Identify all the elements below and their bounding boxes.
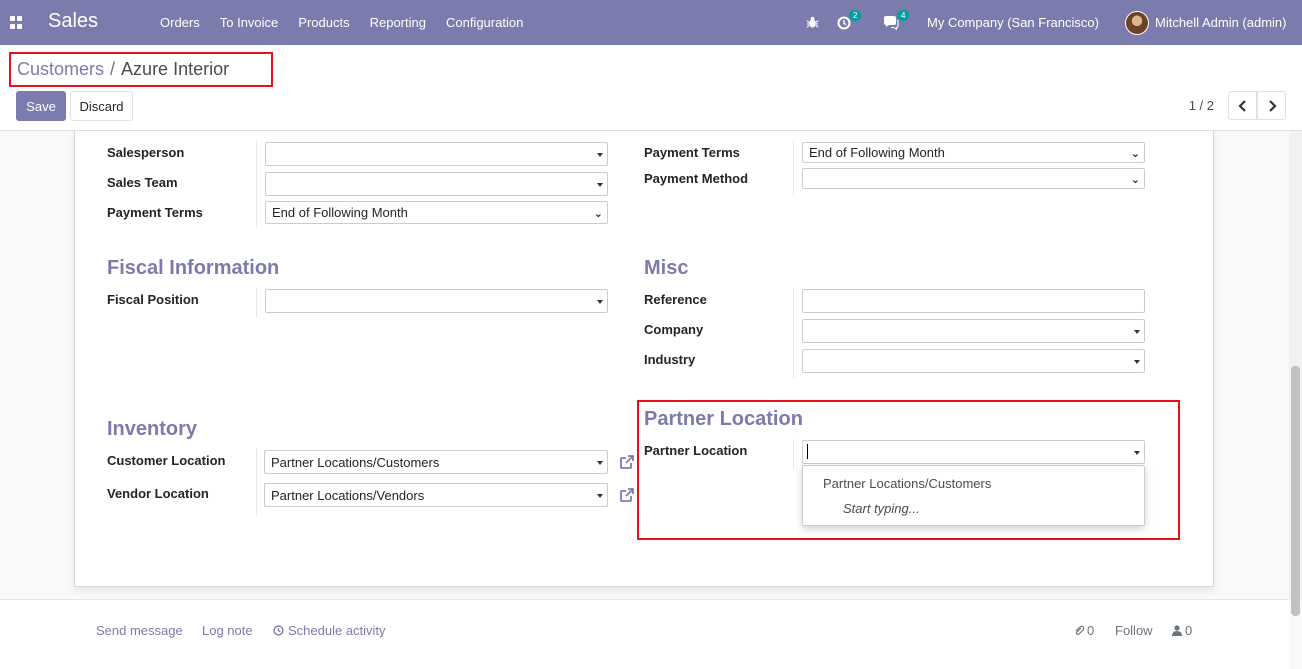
activity-clock-icon[interactable] [837,0,851,45]
company-label: Company [644,322,704,337]
followers-count: 0 [1185,623,1193,638]
salesperson-label: Salesperson [107,145,185,160]
field-separator [256,141,257,227]
chevron-down-icon: ⌄ [1130,174,1140,186]
bug-icon[interactable] [806,0,819,45]
partner-location-dropdown: Partner Locations/Customers Start typing… [802,465,1145,526]
schedule-activity-label: Schedule activity [288,623,386,638]
activity-count-badge: 2 [849,10,862,21]
attachments-count: 0 [1087,623,1095,638]
sales-payment-terms-label: Payment Terms [107,205,203,220]
followers-button[interactable]: 0 [1172,623,1192,638]
attachments-button[interactable]: 0 [1073,623,1094,638]
pager-next-button[interactable] [1257,91,1286,120]
breadcrumb-current: Azure Interior [121,59,230,79]
control-panel: Customers / Azure Interior Save Discard … [0,45,1302,131]
pager-value[interactable]: 1 / 2 [1189,98,1214,113]
breadcrumb: Customers / Azure Interior [9,52,273,87]
menu-item-reporting[interactable]: Reporting [360,15,436,30]
menu-item-products[interactable]: Products [288,15,359,30]
field-separator [793,288,794,378]
user-menu[interactable]: Mitchell Admin (admin) [1155,0,1287,45]
chevron-left-icon [1237,99,1246,112]
company-field[interactable] [802,319,1145,343]
chevron-down-icon: ⌄ [1130,148,1140,160]
save-button[interactable]: Save [16,91,66,121]
fiscal-position-label: Fiscal Position [107,292,199,307]
user-icon [1172,625,1182,636]
message-count-badge: 4 [897,10,910,21]
paperclip-icon [1075,625,1085,635]
misc-title: Misc [644,257,689,279]
inventory-title: Inventory [107,418,198,440]
chevron-right-icon [1268,99,1277,112]
external-link-icon[interactable] [619,487,635,503]
field-separator [793,141,794,195]
follow-button[interactable]: Follow [1115,623,1153,638]
clock-icon [273,625,284,636]
chevron-down-icon: ⌄ [593,208,603,220]
send-message-button[interactable]: Send message [96,623,183,638]
fiscal-position-field[interactable] [265,289,608,313]
field-separator [256,288,257,318]
salesperson-field[interactable] [265,142,608,166]
top-navbar: Sales Orders To Invoice Products Reporti… [0,0,1302,45]
main-menu: Orders To Invoice Products Reporting Con… [150,0,533,45]
partner-location-title: Partner Location [644,408,803,430]
customer-location-value: Partner Locations/Customers [271,454,440,470]
text-cursor [807,444,808,459]
reference-input[interactable] [802,289,1145,313]
vendor-location-label: Vendor Location [107,486,209,501]
log-note-button[interactable]: Log note [202,623,253,638]
external-link-icon[interactable] [619,454,635,470]
sales-payment-terms-value: End of Following Month [272,205,408,220]
fiscal-information-title: Fiscal Information [107,257,280,279]
menu-item-orders[interactable]: Orders [150,15,210,30]
breadcrumb-customers[interactable]: Customers [17,59,104,80]
industry-label: Industry [644,352,696,367]
purchase-payment-terms-select[interactable]: End of Following Month ⌄ [802,142,1145,163]
vendor-location-value: Partner Locations/Vendors [271,487,425,503]
sales-team-label: Sales Team [107,175,178,190]
breadcrumb-separator: / [110,59,116,79]
purchase-payment-terms-value: End of Following Month [809,145,945,160]
menu-item-to-invoice[interactable]: To Invoice [210,15,289,30]
caret-down-icon [1134,451,1140,455]
schedule-activity-button[interactable]: Schedule activity [273,623,386,638]
sales-payment-terms-select[interactable]: End of Following Month ⌄ [265,201,608,224]
purchase-payment-terms-label: Payment Terms [644,145,740,160]
partner-location-input[interactable] [802,440,1145,464]
field-separator [793,439,794,469]
caret-down-icon [1134,360,1140,364]
menu-item-configuration[interactable]: Configuration [436,15,533,30]
caret-down-icon [1134,330,1140,334]
vendor-location-field[interactable]: Partner Locations/Vendors [264,483,608,507]
partner-location-label: Partner Location [644,443,748,458]
messages-icon[interactable] [883,0,899,45]
payment-method-label: Payment Method [644,171,749,186]
caret-down-icon [597,300,603,304]
discard-button[interactable]: Discard [70,91,133,121]
customer-location-label: Customer Location [107,453,226,468]
dropdown-hint: Start typing... [843,501,920,516]
payment-method-select[interactable]: ⌄ [802,168,1145,189]
industry-field[interactable] [802,349,1145,373]
customer-location-field[interactable]: Partner Locations/Customers [264,450,608,474]
app-name[interactable]: Sales [48,10,98,33]
dropdown-option[interactable]: Partner Locations/Customers [823,476,991,491]
caret-down-icon [597,183,603,187]
reference-label: Reference [644,292,707,307]
apps-menu-icon[interactable] [10,16,23,29]
caret-down-icon [597,153,603,157]
company-switcher[interactable]: My Company (San Francisco) [927,0,1099,45]
field-separator [256,449,257,515]
caret-down-icon [597,461,603,465]
pager-previous-button[interactable] [1228,91,1257,120]
sales-team-field[interactable] [265,172,608,196]
scrollbar-thumb[interactable] [1291,366,1300,616]
avatar[interactable] [1125,0,1149,45]
chatter: Send message Log note Schedule activity … [0,599,1289,669]
caret-down-icon [597,494,603,498]
